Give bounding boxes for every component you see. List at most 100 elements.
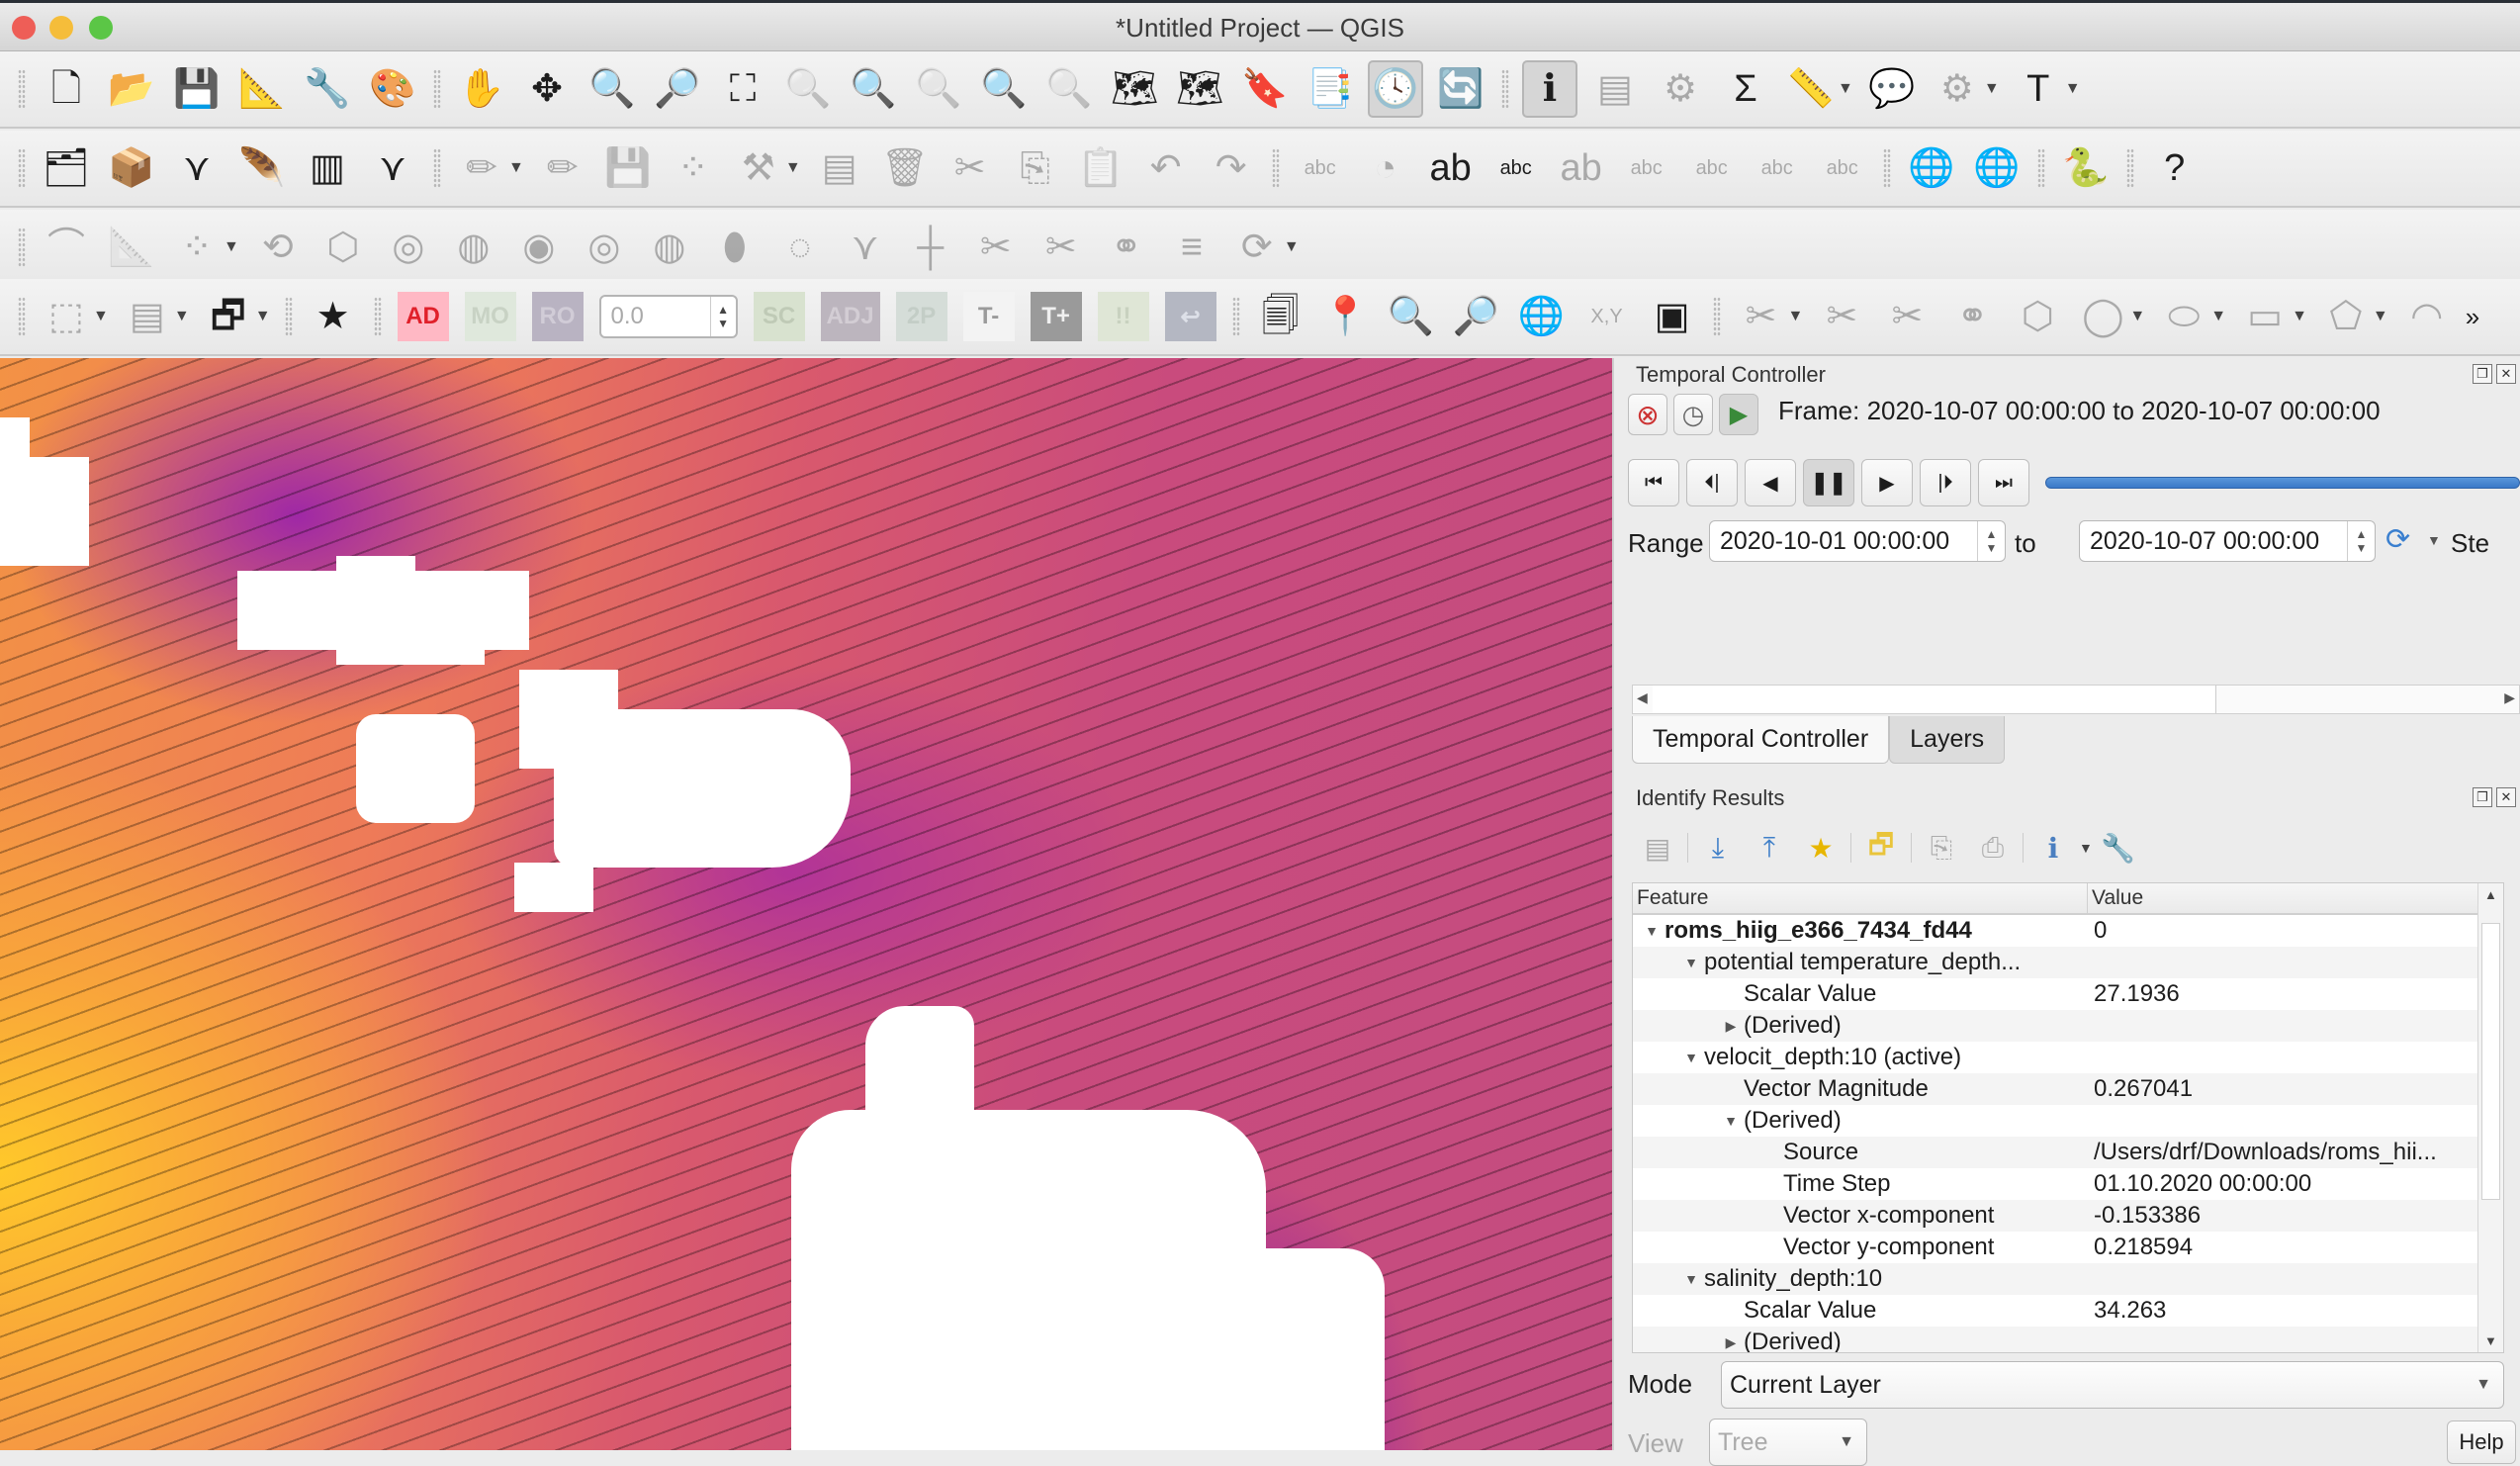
range-start-stepper[interactable]: ▲ ▼ [1977, 521, 2005, 561]
move-feature-button[interactable]: ⁘ [169, 219, 225, 276]
float-dock-button[interactable]: ❐ [2473, 364, 2492, 384]
label-toolbar-button[interactable]: abc [1293, 139, 1348, 197]
current-edits-button[interactable]: ✏ [454, 139, 509, 197]
merge-features-button[interactable]: ⚭ [1099, 219, 1154, 276]
merge-attributes-button[interactable]: ≡ [1164, 219, 1219, 276]
scrollbar-thumb[interactable] [2481, 923, 2500, 1200]
regular-polygon-button[interactable]: ⬠ [2318, 288, 2374, 345]
digitize-shape-2-button[interactable]: ✂ [1814, 288, 1869, 345]
select-by-value-button[interactable]: ▤ [120, 288, 175, 345]
tree-row[interactable]: ▼ (Derived) [1633, 1105, 2503, 1137]
help-contents-button[interactable]: ? [2147, 139, 2203, 197]
zoom-to-points-button[interactable]: 🔎 [1449, 288, 1504, 345]
expanded-arrow-icon[interactable]: ▼ [1718, 1113, 1744, 1129]
polygon-tool-button[interactable]: ⬡ [2010, 288, 2065, 345]
new-print-layout-button[interactable]: 📐 [234, 60, 290, 118]
copy-feature-icon[interactable]: ⎘ [1922, 828, 1961, 868]
ii-button[interactable]: !! [1097, 292, 1149, 341]
trim-extend-button[interactable]: ┼ [903, 219, 958, 276]
zoom-full-button[interactable]: ⛶ [715, 60, 770, 118]
close-dock-button[interactable]: ✕ [2496, 364, 2516, 384]
toolbar-grip[interactable] [18, 297, 26, 336]
offset-curve-button[interactable]: ◌ [772, 219, 828, 276]
toolbar-grip[interactable] [1712, 297, 1721, 336]
pan-map-button[interactable]: ✋ [454, 60, 509, 118]
selection-mode-dropdown-icon[interactable]: ▼ [2079, 840, 2093, 856]
spinbox-stepper[interactable]: ▲ ▼ [709, 297, 736, 336]
digitize-shape-1-button[interactable]: ✂ [1734, 288, 1789, 345]
open-project-button[interactable]: 📂 [104, 60, 159, 118]
dropdown-arrow-icon[interactable]: ▼ [2129, 308, 2145, 325]
dropdown-arrow-icon[interactable]: ▼ [224, 238, 239, 256]
pan-to-selection-button[interactable]: ✥ [519, 60, 575, 118]
show-hide-labels-button[interactable]: abc [1488, 139, 1544, 197]
dropdown-arrow-icon[interactable]: ▼ [2373, 308, 2388, 325]
map-canvas[interactable] [0, 358, 1612, 1450]
rotate-point-symbols-button[interactable]: ⟳ [1229, 219, 1285, 276]
tab-layers[interactable]: Layers [1889, 716, 2006, 764]
tree-row[interactable]: Vector Magnitude 0.267041 [1633, 1073, 2503, 1105]
tree-row[interactable]: Vector y-component 0.218594 [1633, 1232, 2503, 1263]
print-icon[interactable]: ⎙ [1973, 828, 2013, 868]
scroll-right-icon[interactable]: ▶ [2504, 689, 2515, 706]
identify-results-tree[interactable]: Feature Value ▼ roms_hiig_e366_7434_fd44 0… [1632, 882, 2504, 1353]
attribute-table-button[interactable]: ▤ [1587, 60, 1643, 118]
digitize-button[interactable]: ⁘ [666, 139, 721, 197]
form-view-icon[interactable]: ▤ [1638, 828, 1677, 868]
toolbar-grip[interactable] [1231, 297, 1240, 336]
set-range-refresh-icon[interactable]: ⟳ [2385, 522, 2410, 557]
temporal-horizontal-scrollbar[interactable]: ◀ ▶ [1632, 685, 2520, 714]
data-source-manager-button[interactable]: 🗂 [39, 139, 94, 197]
run-action-button[interactable]: ⚙ [1930, 60, 1985, 118]
dropdown-arrow-icon[interactable]: ▼ [1788, 308, 1804, 325]
new-map-view-button[interactable]: 🗺 [1107, 60, 1162, 118]
reverse-line-button[interactable]: ⋎ [838, 219, 893, 276]
add-ring-button[interactable]: ◎ [381, 219, 436, 276]
split-tool-button[interactable]: ✂ [1879, 288, 1935, 345]
range-end-input[interactable]: 2020-10-07 00:00:00 ▲ ▼ [2079, 520, 2376, 562]
pin-labels-button[interactable]: ab [1423, 139, 1479, 197]
simplify-feature-button[interactable]: ⬡ [315, 219, 371, 276]
toolbar-grip[interactable] [2036, 148, 2045, 188]
move-label-arrow-button[interactable]: abc [1684, 139, 1740, 197]
tree-row[interactable]: ▼ velocit_depth:10 (active) [1633, 1042, 2503, 1073]
identify-selection-mode-icon[interactable]: ℹ [2033, 828, 2073, 868]
toolbar-grip[interactable] [433, 69, 441, 109]
copy-features-button[interactable]: ⎘ [1008, 139, 1063, 197]
toolbar-grip[interactable] [433, 148, 441, 188]
expand-new-results-icon[interactable]: ★ [1801, 828, 1841, 868]
scroll-left-icon[interactable]: ◀ [1637, 689, 1648, 706]
circle-tool-button[interactable]: ◯ [2075, 288, 2130, 345]
temporal-controller-button[interactable]: 🕓 [1368, 60, 1423, 118]
rectangle-tool-button[interactable]: ▭ [2237, 288, 2293, 345]
animated-navigation-button[interactable]: ▶ [1719, 394, 1758, 435]
save-project-button[interactable]: 💾 [169, 60, 225, 118]
cad-tools-button[interactable]: 📐 [104, 219, 159, 276]
tolerance-spinbox[interactable]: 0.0 ▲ ▼ [598, 295, 738, 338]
sc-button[interactable]: SC [753, 292, 805, 341]
back-button[interactable]: ↩ [1164, 292, 1216, 341]
next-frame-button[interactable]: |⏵ [1920, 459, 1971, 506]
curve-tool-button[interactable]: ◠ [2399, 288, 2455, 345]
tree-row[interactable]: Scalar Value 34.263 [1633, 1295, 2503, 1327]
range-start-input[interactable]: 2020-10-01 00:00:00 ▲ ▼ [1709, 520, 2006, 562]
zoom-in-button[interactable]: 🔍 [585, 60, 640, 118]
map-tips-button[interactable]: 💬 [1864, 60, 1920, 118]
disable-temporal-button[interactable]: ⊗ [1628, 394, 1667, 435]
t-plus-button[interactable]: T+ [1030, 292, 1082, 341]
zoom-last-button[interactable]: 🔍 [976, 60, 1032, 118]
view-select[interactable]: Tree ▼ [1709, 1419, 1867, 1466]
dropdown-arrow-icon[interactable]: ▼ [2065, 80, 2081, 98]
t-minus-button[interactable]: T- [962, 292, 1015, 341]
new-spatialite-layer-button[interactable]: 🪶 [234, 139, 290, 197]
toolbar-grip[interactable] [284, 297, 293, 336]
toolbar-grip[interactable] [1501, 69, 1509, 109]
move-label-button[interactable]: ab [1554, 139, 1609, 197]
save-edits-button[interactable]: 💾 [600, 139, 656, 197]
close-dock-button[interactable]: ✕ [2496, 787, 2516, 807]
select-features-button[interactable]: ⬚ [39, 288, 94, 345]
tree-row[interactable]: ▼ salinity_depth:10 [1633, 1263, 2503, 1295]
statistics-button[interactable]: Σ [1718, 60, 1773, 118]
tree-row[interactable]: Scalar Value 27.1936 [1633, 978, 2503, 1010]
toolbar-grip[interactable] [18, 228, 26, 267]
